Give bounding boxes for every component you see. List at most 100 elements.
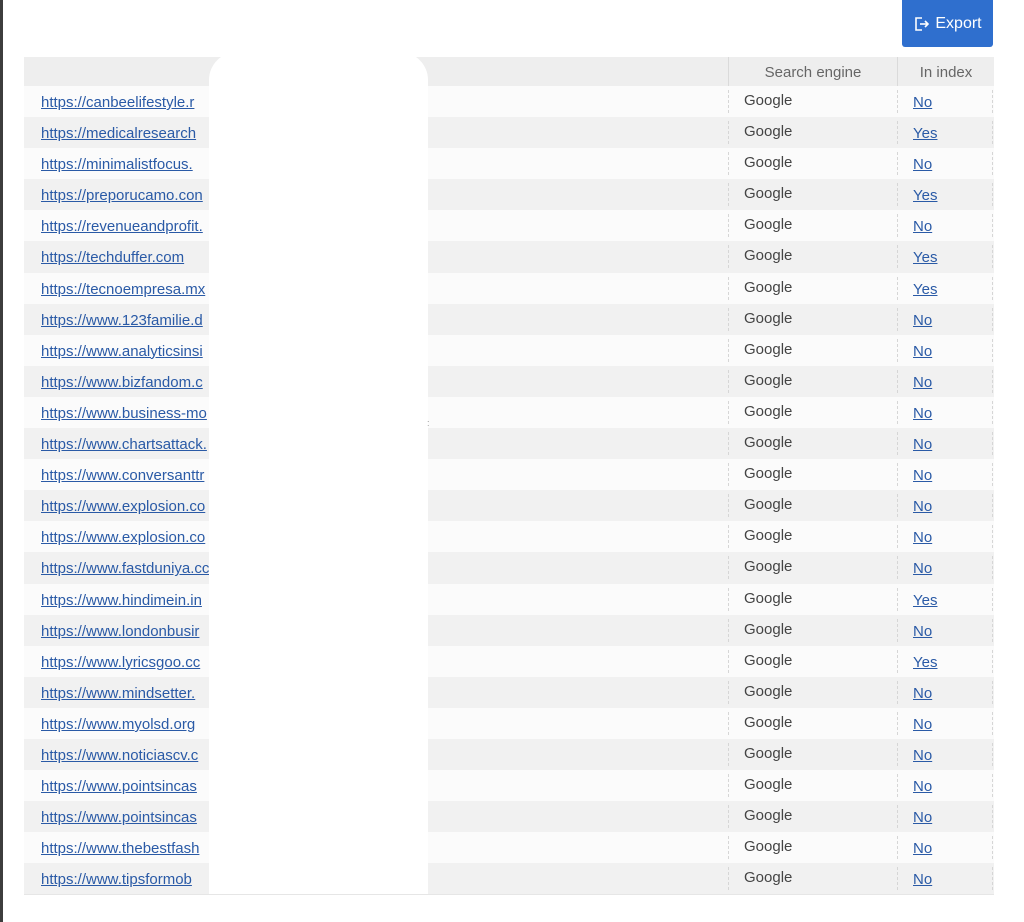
in-index-link[interactable]: No xyxy=(913,778,932,795)
in-index-link[interactable]: No xyxy=(913,156,932,173)
table-row: https://www.123familie.d Google No xyxy=(24,303,994,335)
export-icon xyxy=(913,16,930,32)
url-link[interactable]: https://www.explosion.co xyxy=(41,521,231,552)
column-header-search-engine[interactable]: Search engine xyxy=(728,57,897,86)
in-index-link[interactable]: Yes xyxy=(913,592,937,609)
url-link[interactable]: https://www.chartsattack. xyxy=(41,428,231,459)
table-header: Search engine In index xyxy=(24,57,994,86)
in-index-link[interactable]: No xyxy=(913,871,932,888)
url-link[interactable]: https://www.londonbusir xyxy=(41,615,231,646)
search-engine-cell: Google xyxy=(728,649,896,673)
url-link[interactable]: https://techduffer.com xyxy=(41,241,231,272)
search-engine-cell: Google xyxy=(728,307,896,331)
table-row: https://www.business-mo Google No xyxy=(24,396,994,429)
url-link[interactable]: https://revenueandprofit. xyxy=(41,210,231,241)
in-index-link[interactable]: No xyxy=(913,840,932,857)
in-index-link[interactable]: No xyxy=(913,809,932,826)
in-index-link[interactable]: No xyxy=(913,716,932,733)
url-link[interactable]: https://www.123familie.d xyxy=(41,304,231,335)
url-link[interactable]: https://www.analyticsinsi xyxy=(41,335,231,366)
url-link[interactable]: https://www.pointsincas xyxy=(41,770,231,801)
in-index-cell: No xyxy=(897,338,993,362)
url-link[interactable]: https://minimalistfocus. xyxy=(41,148,231,179)
url-link[interactable]: https://www.noticiascv.c xyxy=(41,739,231,770)
url-link[interactable]: https://www.conversanttr xyxy=(41,459,231,490)
url-link[interactable]: https://www.myolsd.org xyxy=(41,708,231,739)
in-index-link[interactable]: No xyxy=(913,343,932,360)
table-row: https://www.explosion.co Google No xyxy=(24,490,994,522)
in-index-link[interactable]: No xyxy=(913,467,932,484)
in-index-cell: No xyxy=(897,867,993,891)
table-row: https://www.noticiascv.c Google No xyxy=(24,738,994,771)
search-engine-cell: Google xyxy=(728,463,896,487)
in-index-link[interactable]: Yes xyxy=(913,281,937,298)
table-row: https://www.analyticsinsi Google No xyxy=(24,334,994,366)
url-link[interactable]: https://tecnoempresa.mx xyxy=(41,273,231,304)
in-index-link[interactable]: Yes xyxy=(913,187,937,204)
search-engine-cell: Google xyxy=(728,556,896,580)
in-index-link[interactable]: No xyxy=(913,436,932,453)
url-link[interactable]: https://www.tipsformob xyxy=(41,863,231,894)
in-index-cell: No xyxy=(897,400,993,424)
index-table: Search engine In index https://canbeelif… xyxy=(24,57,994,896)
search-engine-cell: Google xyxy=(728,774,896,798)
search-engine-cell: Google xyxy=(728,400,896,424)
search-engine-cell: Google xyxy=(728,369,896,393)
in-index-link[interactable]: No xyxy=(913,747,932,764)
url-link[interactable]: https://www.pointsincas xyxy=(41,801,231,832)
search-engine-cell: Google xyxy=(728,245,896,269)
in-index-link[interactable]: No xyxy=(913,498,932,515)
url-link[interactable]: https://www.business-mo xyxy=(41,397,231,428)
in-index-cell: No xyxy=(897,463,993,487)
in-index-link[interactable]: Yes xyxy=(913,125,937,142)
in-index-link[interactable]: No xyxy=(913,218,932,235)
in-index-link[interactable]: No xyxy=(913,623,932,640)
in-index-link[interactable]: No xyxy=(913,94,932,111)
url-link[interactable]: https://preporucamo.con xyxy=(41,179,231,210)
search-engine-cell: Google xyxy=(728,90,896,113)
in-index-link[interactable]: No xyxy=(913,312,932,329)
table-row: https://www.bizfandom.c Google No xyxy=(24,365,994,397)
in-index-cell: No xyxy=(897,369,993,393)
table-row: https://www.thebestfash Google No xyxy=(24,832,994,864)
in-index-link[interactable]: No xyxy=(913,405,932,422)
url-link[interactable]: https://www.explosion.co xyxy=(41,490,231,521)
url-link[interactable]: https://www.lyricsgoo.cc xyxy=(41,646,231,677)
in-index-link[interactable]: No xyxy=(913,560,932,577)
table-row: https://www.pointsincas Google No xyxy=(24,801,994,833)
search-engine-cell: Google xyxy=(728,152,896,176)
window-frame-edge xyxy=(0,0,3,922)
table-row: https://www.lyricsgoo.cc Google Yes xyxy=(24,645,994,677)
in-index-cell: No xyxy=(897,836,993,860)
url-link[interactable]: https://www.mindsetter. xyxy=(41,677,231,708)
table-row: https://www.myolsd.org Google No xyxy=(24,707,994,739)
in-index-link[interactable]: No xyxy=(913,685,932,702)
in-index-cell: No xyxy=(897,618,993,642)
in-index-cell: No xyxy=(897,805,993,829)
search-engine-cell: Google xyxy=(728,525,896,549)
column-header-in-index[interactable]: In index xyxy=(897,57,994,86)
in-index-link[interactable]: No xyxy=(913,374,932,391)
search-engine-cell: Google xyxy=(728,121,896,145)
search-engine-cell: Google xyxy=(728,742,896,766)
url-link[interactable]: https://www.bizfandom.c xyxy=(41,366,231,397)
export-button[interactable]: Export xyxy=(902,0,993,47)
table-row: https://tecnoempresa.mx Google Yes xyxy=(24,272,994,304)
in-index-link[interactable]: Yes xyxy=(913,654,937,671)
url-link[interactable]: https://www.hindimein.in xyxy=(41,584,231,615)
search-engine-cell: Google xyxy=(728,214,896,238)
table-row: https://www.explosion.co Google No xyxy=(24,521,994,553)
url-link[interactable]: https://canbeelifestyle.r xyxy=(41,86,231,117)
url-link[interactable]: https://www.fastduniya.cc xyxy=(41,552,231,583)
in-index-cell: Yes xyxy=(897,245,993,269)
table-row: https://www.conversanttr Google No xyxy=(24,459,994,491)
url-link[interactable]: https://www.thebestfash xyxy=(41,832,231,863)
in-index-link[interactable]: Yes xyxy=(913,249,937,266)
search-engine-cell: Google xyxy=(728,711,896,735)
table-row: https://www.hindimein.in Google Yes xyxy=(24,583,994,615)
in-index-link[interactable]: No xyxy=(913,529,932,546)
table-row: https://medicalresearch Google Yes xyxy=(24,117,994,149)
in-index-cell: Yes xyxy=(897,183,993,207)
url-link[interactable]: https://medicalresearch xyxy=(41,117,231,148)
table-body: https://canbeelifestyle.r Google No https:/… xyxy=(24,86,994,896)
